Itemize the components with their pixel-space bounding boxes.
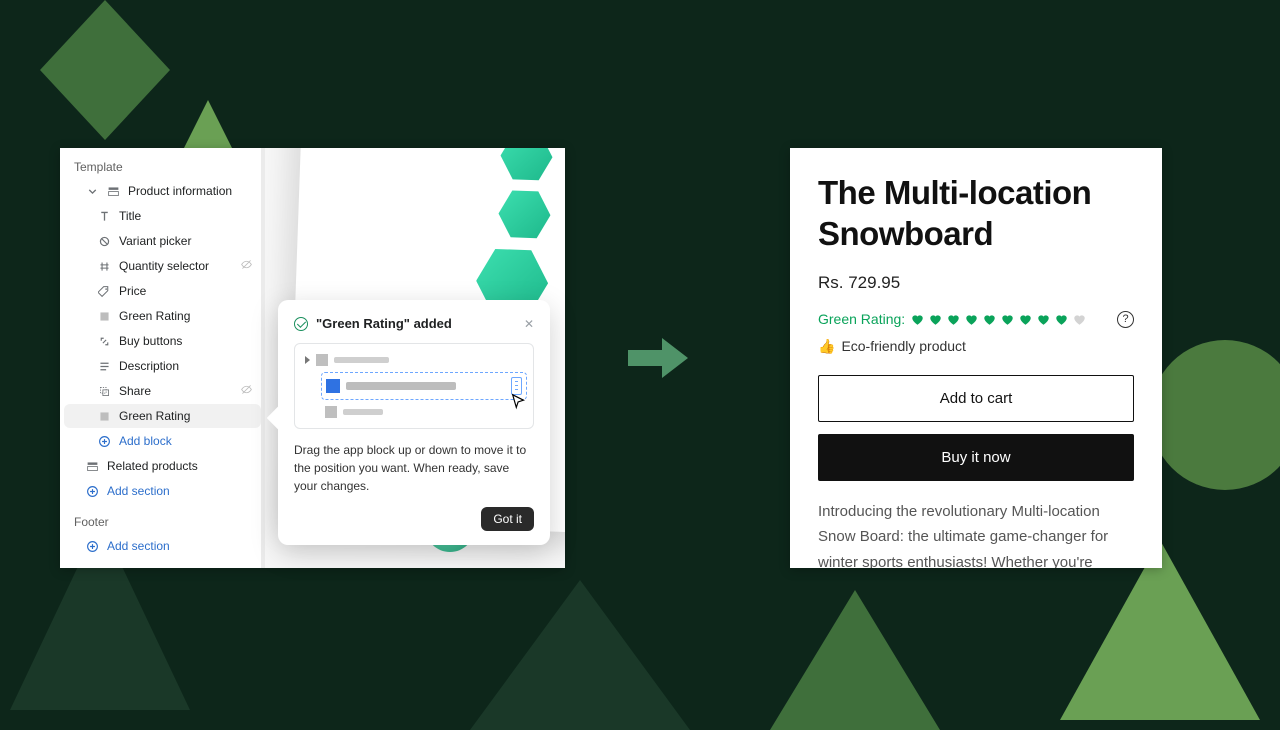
heart-icon bbox=[1000, 312, 1015, 327]
sidebar-item-share[interactable]: Share bbox=[64, 379, 261, 403]
sidebar-item-green-rating-1[interactable]: Green Rating bbox=[64, 304, 261, 328]
description-icon bbox=[98, 360, 111, 373]
green-rating-row: Green Rating: ? bbox=[818, 311, 1134, 328]
eco-friendly-row: 👍 Eco-friendly product bbox=[818, 338, 1134, 355]
product-card: The Multi-location Snowboard Rs. 729.95 … bbox=[790, 148, 1162, 568]
section-icon bbox=[107, 185, 120, 198]
chevron-down-icon bbox=[86, 185, 99, 198]
close-icon[interactable]: ✕ bbox=[524, 317, 534, 331]
add-to-cart-button[interactable]: Add to cart bbox=[818, 375, 1134, 422]
sidebar-item-label: Green Rating bbox=[119, 409, 190, 423]
heart-icon bbox=[1018, 312, 1033, 327]
share-icon bbox=[98, 385, 111, 398]
sidebar-item-product-information[interactable]: Product information bbox=[64, 179, 261, 203]
sidebar-item-buy-buttons[interactable]: Buy buttons bbox=[64, 329, 261, 353]
sidebar-item-label: Description bbox=[119, 359, 179, 373]
help-icon[interactable]: ? bbox=[1117, 311, 1134, 328]
green-rating-label: Green Rating: bbox=[818, 311, 905, 327]
sidebar-item-label: Quantity selector bbox=[119, 259, 209, 273]
heart-icon bbox=[982, 312, 997, 327]
cursor-icon bbox=[510, 393, 528, 411]
variant-icon bbox=[98, 235, 111, 248]
add-section-label: Add section bbox=[107, 539, 170, 553]
sidebar-item-label: Share bbox=[119, 384, 151, 398]
sidebar-item-label: Price bbox=[119, 284, 146, 298]
add-block-label: Add block bbox=[119, 434, 172, 448]
hash-icon bbox=[98, 260, 111, 273]
hide-icon[interactable] bbox=[240, 258, 253, 274]
tooltip-green-rating-added: "Green Rating" added ✕ Drag the app bloc… bbox=[278, 300, 550, 545]
heart-icon bbox=[964, 312, 979, 327]
section-icon bbox=[86, 460, 99, 473]
section-label-footer: Footer bbox=[60, 511, 265, 533]
link-icon bbox=[98, 335, 111, 348]
heart-icon bbox=[928, 312, 943, 327]
sidebar-item-label: Product information bbox=[128, 184, 232, 198]
heart-icon bbox=[946, 312, 961, 327]
sidebar-item-variant-picker[interactable]: Variant picker bbox=[64, 229, 261, 253]
product-price: Rs. 729.95 bbox=[818, 273, 1134, 293]
got-it-button[interactable]: Got it bbox=[481, 507, 534, 531]
buy-it-now-button[interactable]: Buy it now bbox=[818, 434, 1134, 481]
heart-icon bbox=[1072, 312, 1087, 327]
product-description: Introducing the revolutionary Multi-loca… bbox=[818, 499, 1134, 569]
tooltip-body: Drag the app block up or down to move it… bbox=[294, 441, 534, 495]
sidebar-item-title[interactable]: Title bbox=[64, 204, 261, 228]
editor-sidebar: Template Product information Title Varia… bbox=[60, 148, 265, 568]
tooltip-title: "Green Rating" added bbox=[316, 316, 452, 331]
thumbs-up-icon: 👍 bbox=[818, 338, 835, 355]
sidebar-item-related-products[interactable]: Related products bbox=[64, 454, 261, 478]
arrow-icon bbox=[628, 336, 688, 385]
sidebar-item-price[interactable]: Price bbox=[64, 279, 261, 303]
add-block-button[interactable]: Add block bbox=[64, 429, 261, 453]
sidebar-item-label: Related products bbox=[107, 459, 198, 473]
add-section-label: Add section bbox=[107, 484, 170, 498]
plus-circle-icon bbox=[98, 435, 111, 448]
add-section-footer-button[interactable]: Add section bbox=[64, 534, 261, 558]
app-block-icon bbox=[98, 410, 111, 423]
section-label-template: Template bbox=[60, 156, 265, 178]
sidebar-item-label: Buy buttons bbox=[119, 334, 182, 348]
sidebar-item-description[interactable]: Description bbox=[64, 354, 261, 378]
product-title: The Multi-location Snowboard bbox=[818, 172, 1134, 255]
heart-icon bbox=[1036, 312, 1051, 327]
plus-circle-icon bbox=[86, 485, 99, 498]
sidebar-item-quantity[interactable]: Quantity selector bbox=[64, 254, 261, 278]
sidebar-item-label: Green Rating bbox=[119, 309, 190, 323]
sidebar-item-label: Variant picker bbox=[119, 234, 191, 248]
app-block-icon bbox=[98, 310, 111, 323]
text-icon bbox=[98, 210, 111, 223]
green-rating-hearts bbox=[910, 312, 1087, 327]
heart-icon bbox=[910, 312, 925, 327]
eco-label: Eco-friendly product bbox=[841, 338, 966, 354]
add-section-button[interactable]: Add section bbox=[64, 479, 261, 503]
plus-circle-icon bbox=[86, 540, 99, 553]
tooltip-diagram bbox=[294, 343, 534, 429]
hide-icon[interactable] bbox=[240, 383, 253, 399]
sidebar-item-label: Title bbox=[119, 209, 141, 223]
sidebar-item-green-rating-2[interactable]: Green Rating bbox=[64, 404, 261, 428]
price-icon bbox=[98, 285, 111, 298]
check-circle-icon bbox=[294, 317, 308, 331]
heart-icon bbox=[1054, 312, 1069, 327]
